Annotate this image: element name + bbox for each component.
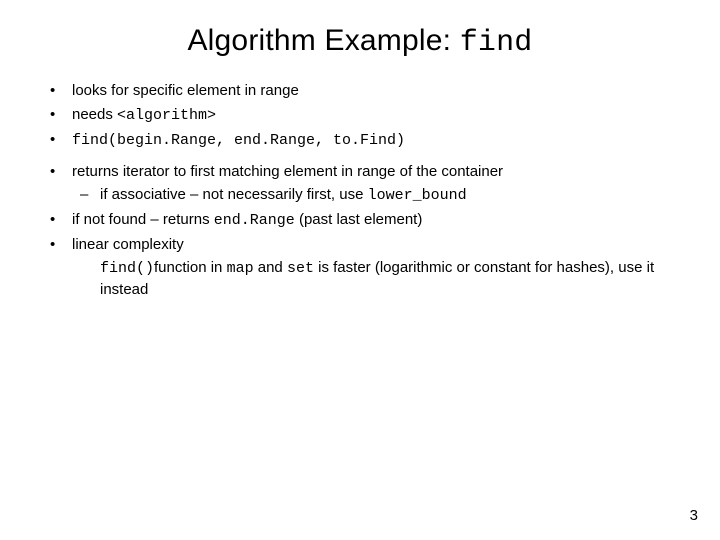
bullet-continuation: find()function in map and set is faster … <box>72 257 680 300</box>
bullet-item: linear complexity find()function in map … <box>44 234 680 300</box>
title-text: Algorithm Example: <box>187 24 459 57</box>
bullet-text: (past last element) <box>295 211 423 228</box>
slide-title: Algorithm Example: find <box>40 24 680 60</box>
bullet-text: linear complexity <box>72 236 184 253</box>
code-span: <algorithm> <box>117 107 216 124</box>
page-number: 3 <box>690 507 698 524</box>
bullet-text: if associative – not necessarily first, … <box>100 186 368 203</box>
code-span: find() <box>100 260 154 277</box>
bullet-item: find(begin.Range, end.Range, to.Find) <box>44 129 680 151</box>
title-code: find <box>460 26 533 60</box>
bullet-text: returns iterator to first matching eleme… <box>72 163 503 180</box>
bullet-item: needs <algorithm> <box>44 104 680 126</box>
code-span: end.Range <box>214 212 295 229</box>
sub-bullet-item: if associative – not necessarily first, … <box>72 184 680 206</box>
bullet-text: needs <box>72 106 117 123</box>
slide: Algorithm Example: find looks for specif… <box>0 0 720 540</box>
code-span: find(begin.Range, end.Range, to.Find) <box>72 132 405 149</box>
bullet-text: looks for specific element in range <box>72 82 299 99</box>
code-span: set <box>287 260 314 277</box>
bullet-text: and <box>254 259 287 276</box>
bullet-item: looks for specific element in range <box>44 80 680 101</box>
bullet-item: if not found – returns end.Range (past l… <box>44 209 680 231</box>
bullet-text: function in <box>154 259 227 276</box>
code-span: lower_bound <box>368 187 467 204</box>
bullet-list: looks for specific element in range need… <box>44 80 680 300</box>
sub-bullet-list: if associative – not necessarily first, … <box>72 184 680 206</box>
bullet-text: if not found – returns <box>72 211 214 228</box>
code-span: map <box>227 260 254 277</box>
bullet-item: returns iterator to first matching eleme… <box>44 161 680 206</box>
